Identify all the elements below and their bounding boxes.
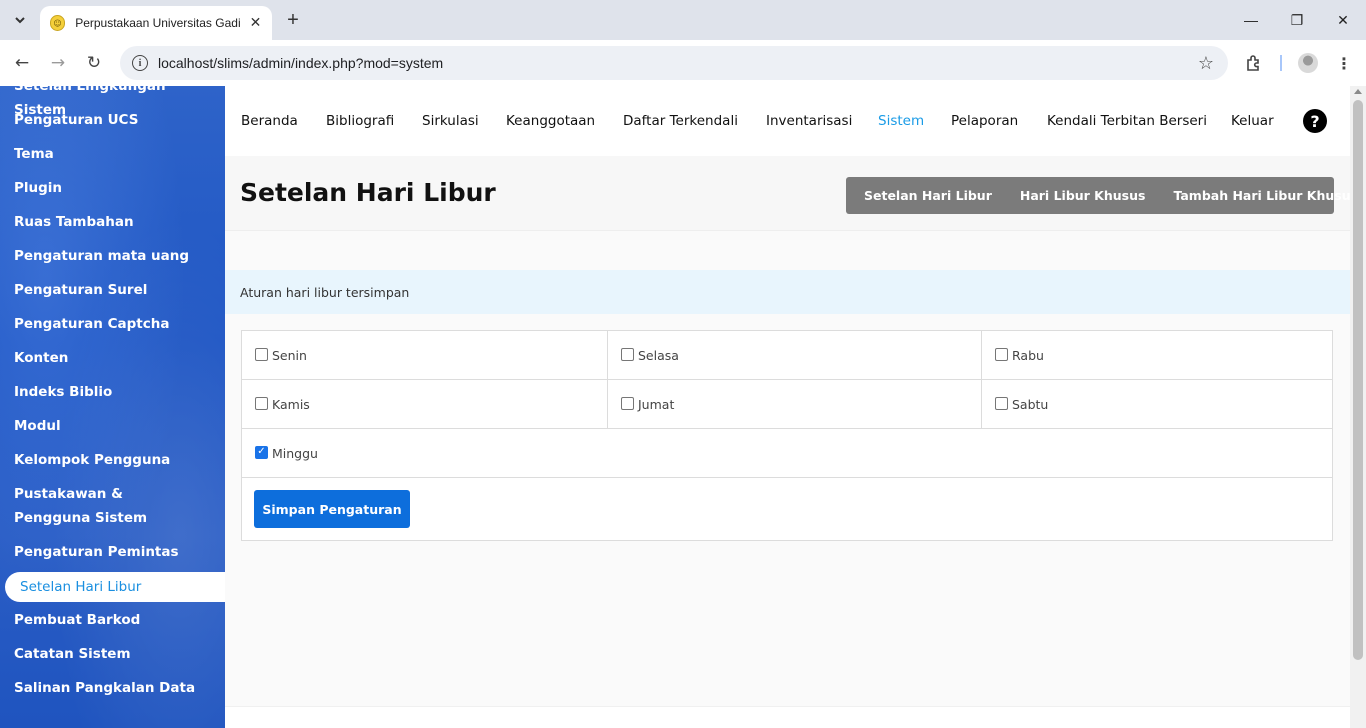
day-cell[interactable]: Senin: [242, 331, 607, 379]
sidebar-item-user-groups[interactable]: Kelompok Pengguna: [14, 448, 219, 472]
browser-tab[interactable]: ☺ Perpustakaan Universitas Gadin ✕: [40, 6, 272, 40]
checkbox-selasa[interactable]: [621, 347, 634, 361]
site-info-icon[interactable]: i: [132, 55, 148, 71]
footer-strip: [225, 706, 1350, 728]
sidebar-item-shortcuts[interactable]: Pengaturan Pemintas: [14, 540, 219, 564]
sidebar-item-modules[interactable]: Modul: [14, 414, 219, 438]
nav-pelaporan[interactable]: Pelaporan: [951, 111, 1018, 131]
bookmark-star-icon[interactable]: ☆: [1198, 53, 1214, 74]
scroll-up-icon[interactable]: [1354, 89, 1362, 94]
address-bar[interactable]: i localhost/slims/admin/index.php?mod=sy…: [120, 46, 1228, 80]
profile-avatar-icon[interactable]: [1298, 53, 1318, 73]
sidebar-item-system-log[interactable]: Catatan Sistem: [14, 642, 219, 666]
day-label: Senin: [272, 347, 307, 363]
add-special-holiday-button[interactable]: Tambah Hari Libur Khusus: [1159, 177, 1366, 214]
tab-close-icon[interactable]: ✕: [247, 14, 264, 32]
help-icon[interactable]: ?: [1303, 109, 1327, 133]
checkbox-minggu[interactable]: ✓: [255, 445, 268, 459]
day-label: Rabu: [1012, 347, 1044, 363]
page-scrollbar[interactable]: [1350, 86, 1366, 728]
browser-toolbar: ← → ↻ i localhost/slims/admin/index.php?…: [0, 40, 1366, 86]
tab-title: Perpustakaan Universitas Gadin: [75, 16, 242, 30]
back-icon[interactable]: ←: [9, 50, 35, 76]
scrollbar-thumb[interactable]: [1353, 100, 1363, 660]
nav-keanggotaan[interactable]: Keanggotaan: [506, 111, 595, 131]
nav-sistem[interactable]: Sistem: [878, 111, 924, 131]
new-tab-button[interactable]: +: [282, 9, 304, 31]
day-cell[interactable]: Rabu: [981, 331, 1332, 379]
save-settings-button[interactable]: Simpan Pengaturan: [254, 490, 410, 528]
sidebar-item-biblio-index[interactable]: Indeks Biblio: [14, 380, 219, 404]
day-label: Jumat: [638, 396, 675, 412]
nav-bibliografi[interactable]: Bibliografi: [326, 111, 394, 131]
day-cell[interactable]: Sabtu: [981, 380, 1332, 428]
day-cell[interactable]: Selasa: [607, 331, 981, 379]
checkbox-senin[interactable]: [255, 347, 268, 361]
browser-menu-icon[interactable]: ⋮: [1335, 51, 1353, 75]
nav-keluar[interactable]: Keluar: [1231, 111, 1274, 131]
url-text[interactable]: localhost/slims/admin/index.php?mod=syst…: [158, 55, 443, 71]
sidebar-item-currency[interactable]: Pengaturan mata uang: [14, 244, 219, 268]
sidebar-item-plugin[interactable]: Plugin: [14, 176, 219, 200]
sidebar-item-theme[interactable]: Tema: [14, 142, 219, 166]
sidebar-item-captcha[interactable]: Pengaturan Captcha: [14, 312, 219, 336]
reload-icon[interactable]: ↻: [81, 50, 107, 76]
sidebar-item-ucs[interactable]: Pengaturan UCS: [14, 108, 219, 132]
tab-search-icon[interactable]: [7, 7, 33, 33]
holiday-settings-button[interactable]: Setelan Hari Libur: [846, 177, 1006, 214]
browser-tab-bar: ☺ Perpustakaan Universitas Gadin ✕ + — ❐…: [0, 0, 1366, 40]
sidebar-item-mail[interactable]: Pengaturan Surel: [14, 278, 219, 302]
nav-sirkulasi[interactable]: Sirkulasi: [422, 111, 479, 131]
main-content: Beranda Bibliografi Sirkulasi Keanggotaa…: [225, 86, 1358, 728]
sidebar-item-db-backup[interactable]: Salinan Pangkalan Data: [14, 676, 219, 700]
checkbox-rabu[interactable]: [995, 347, 1008, 361]
page-viewport: Setelan Lingkungan Sistem Pengaturan UCS…: [0, 86, 1366, 728]
extensions-icon[interactable]: [1243, 52, 1265, 74]
restore-button[interactable]: ❐: [1274, 0, 1320, 40]
sidebar-item-librarians[interactable]: Pustakawan & Pengguna Sistem: [14, 482, 194, 530]
info-message: Aturan hari libur tersimpan: [225, 270, 1350, 314]
top-navigation: Beranda Bibliografi Sirkulasi Keanggotaa…: [225, 86, 1350, 156]
close-window-button[interactable]: ✕: [1320, 0, 1366, 40]
day-label: Minggu: [272, 445, 318, 461]
favicon-icon: ☺: [50, 15, 66, 31]
minimize-button[interactable]: —: [1228, 0, 1274, 40]
day-label: Sabtu: [1012, 396, 1049, 412]
holiday-settings-form: Senin Selasa Rabu Kamis Jumat Sabtu ✓ Mi…: [241, 330, 1333, 541]
toolbar-separator: [1280, 55, 1282, 71]
special-holiday-button[interactable]: Hari Libur Khusus: [1006, 177, 1160, 214]
sidebar-item-content[interactable]: Konten: [14, 346, 219, 370]
nav-kendali-terbitan-berseri[interactable]: Kendali Terbitan Berseri: [1047, 111, 1207, 131]
nav-inventarisasi[interactable]: Inventarisasi: [766, 111, 852, 131]
nav-beranda[interactable]: Beranda: [241, 111, 298, 131]
checkbox-sabtu[interactable]: [995, 396, 1008, 410]
day-cell[interactable]: ✓ Minggu: [242, 429, 1332, 477]
day-cell[interactable]: Jumat: [607, 380, 981, 428]
header-button-group: Setelan Hari Libur Hari Libur Khusus Tam…: [846, 177, 1358, 214]
day-row: Kamis Jumat Sabtu: [242, 380, 1332, 429]
sidebar-item-holiday-active[interactable]: Setelan Hari Libur: [5, 572, 225, 602]
day-cell[interactable]: Kamis: [242, 380, 607, 428]
day-label: Kamis: [272, 396, 310, 412]
sidebar-item-custom-fields[interactable]: Ruas Tambahan: [14, 210, 219, 234]
page-title: Setelan Hari Libur: [240, 178, 496, 207]
day-row: Senin Selasa Rabu: [242, 331, 1332, 380]
page-header: Setelan Hari Libur Setelan Hari Libur Ha…: [225, 156, 1358, 231]
forward-icon[interactable]: →: [45, 50, 71, 76]
nav-daftar-terkendali[interactable]: Daftar Terkendali: [623, 111, 738, 131]
sidebar: Setelan Lingkungan Sistem Pengaturan UCS…: [0, 86, 225, 728]
sidebar-item-barcode[interactable]: Pembuat Barkod: [14, 608, 219, 632]
checkbox-jumat[interactable]: [621, 396, 634, 410]
day-row: ✓ Minggu: [242, 429, 1332, 478]
checkbox-kamis[interactable]: [255, 396, 268, 410]
day-label: Selasa: [638, 347, 679, 363]
